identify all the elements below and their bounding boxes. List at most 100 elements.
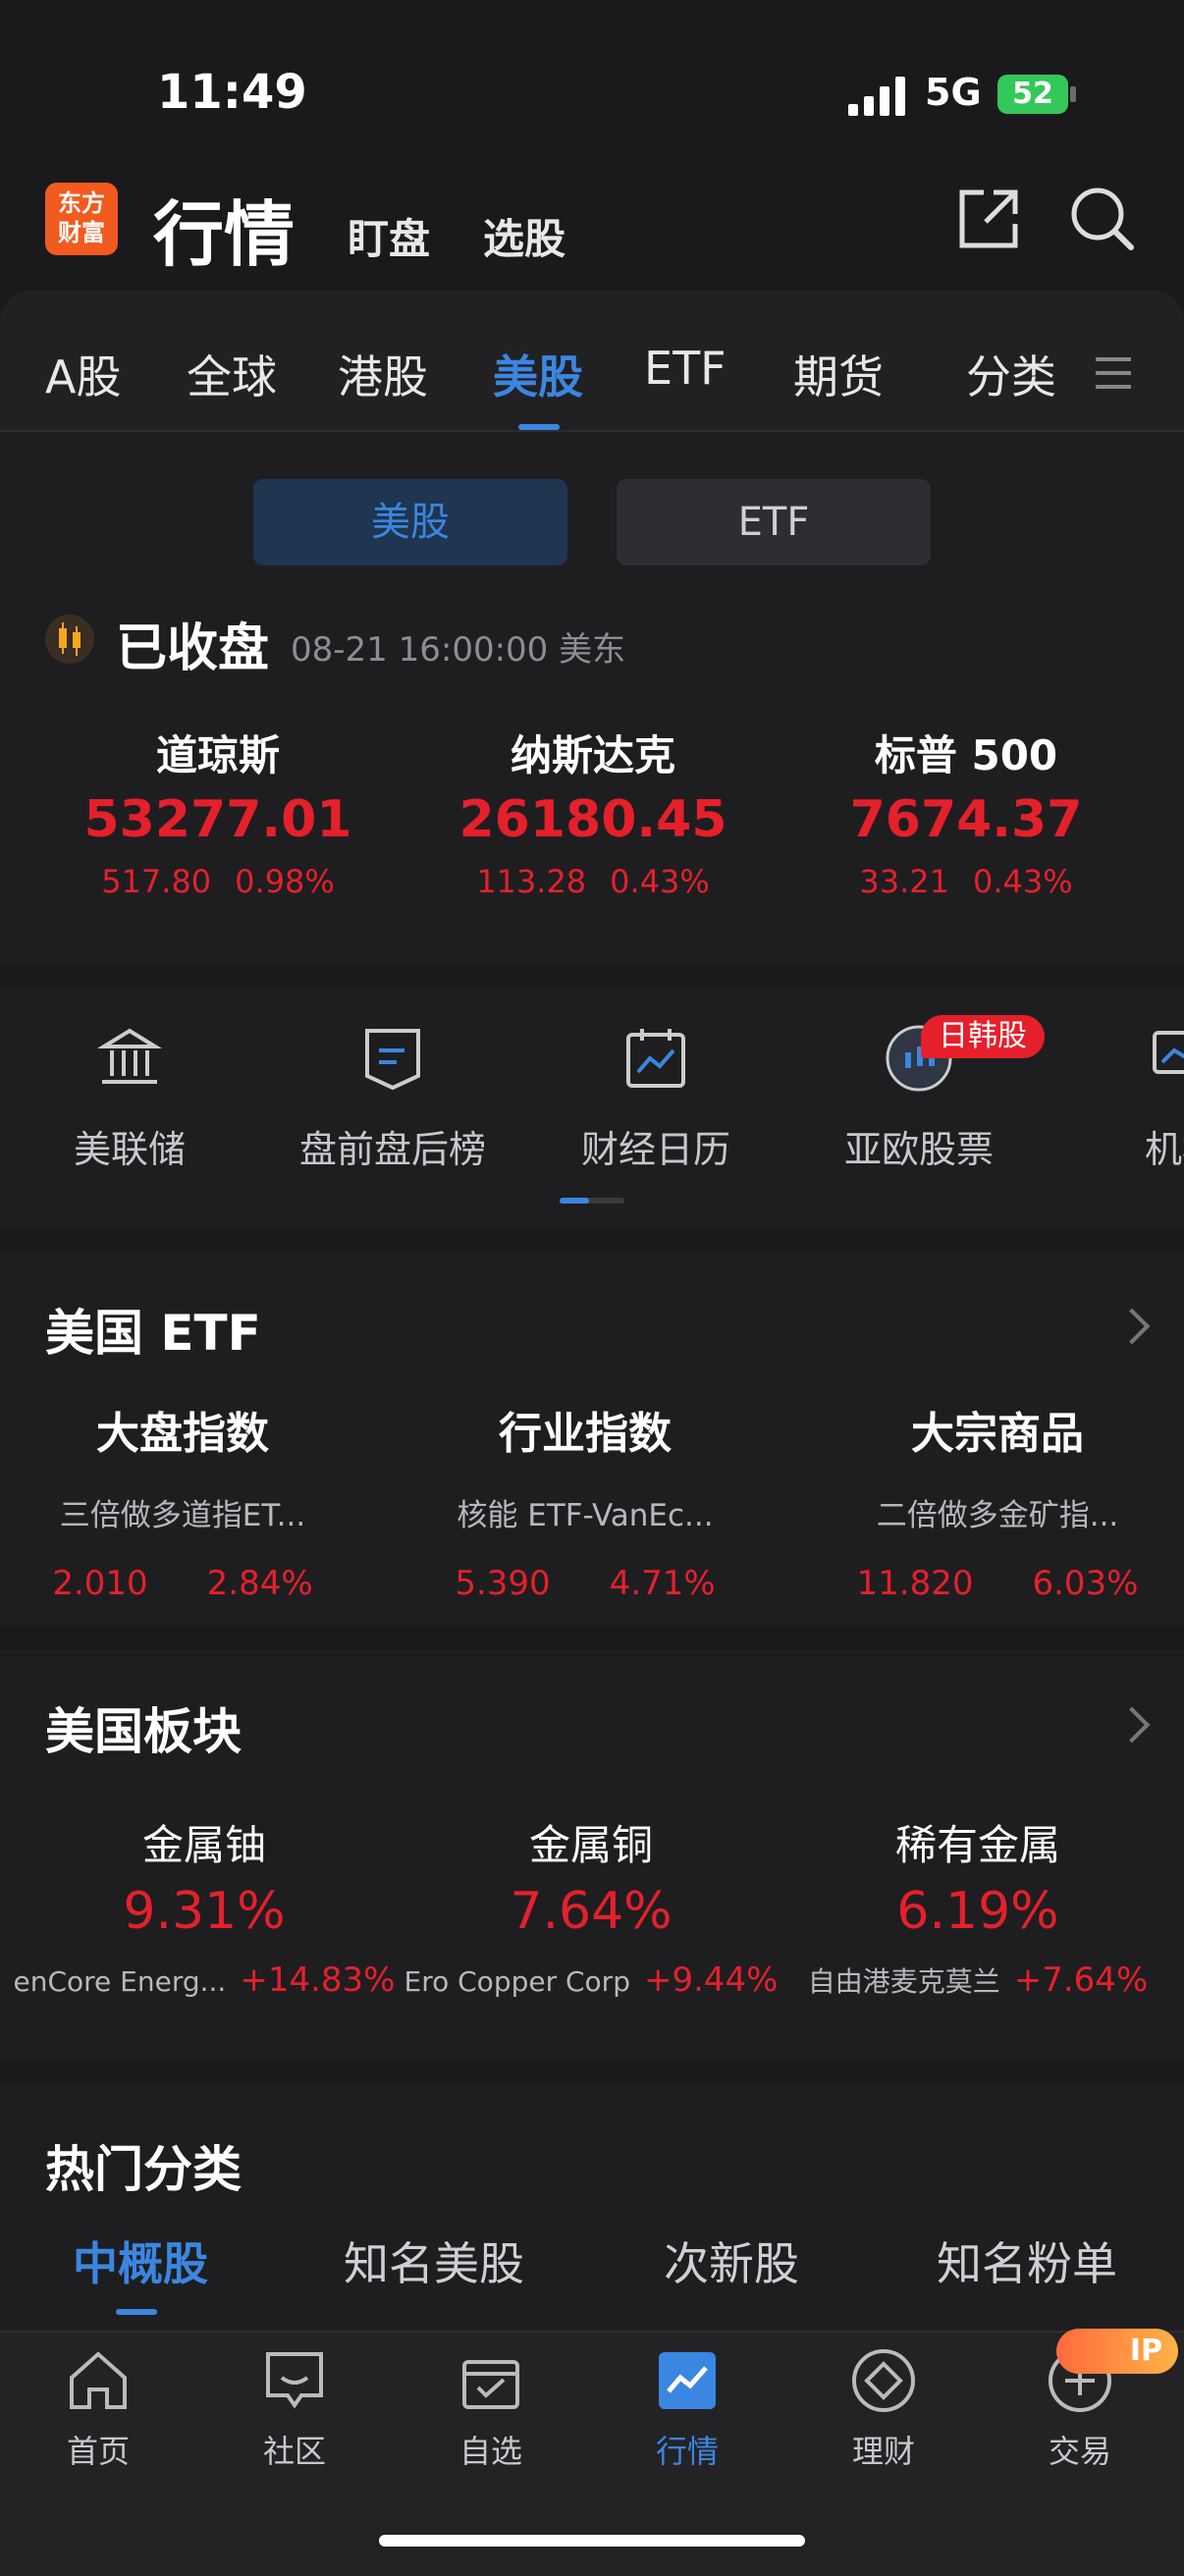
index-nasdaq[interactable]: 纳斯达克 26180.45 113.28 0.43% — [406, 723, 780, 900]
index-value: 26180.45 — [458, 790, 727, 849]
nav-home[interactable]: 首页 — [20, 2346, 177, 2472]
quick-institution[interactable]: 机构 — [1074, 1023, 1184, 1173]
etf-pct: 2.84% — [206, 1564, 313, 1603]
share-icon[interactable] — [954, 185, 1023, 253]
chat-icon — [266, 2352, 323, 2409]
index-change: 33.21 — [859, 863, 949, 900]
nav-market[interactable]: 行情 — [609, 2346, 766, 2472]
nav-label: 交易 — [1048, 2433, 1111, 2470]
etf-commodities[interactable]: 大宗商品 二倍做多金矿指... 11.820 6.03% — [821, 1398, 1174, 1603]
etf-price: 11.820 — [856, 1564, 974, 1603]
cat-tab-new-listings[interactable]: 次新股 — [664, 2228, 799, 2293]
etf-fund-name: 三倍做多道指ET... — [59, 1498, 306, 1533]
top-stock: 自由港麦克莫兰 — [807, 1965, 1000, 1998]
candlestick-icon — [45, 615, 94, 664]
page-title: 行情 — [153, 193, 296, 276]
cat-tab-famous-us[interactable]: 知名美股 — [344, 2228, 524, 2293]
cat-tab-indicator — [116, 2309, 157, 2315]
ip-badge[interactable]: IP — [1056, 2329, 1178, 2374]
section-title: 热门分类 — [45, 2141, 242, 2198]
etf-fund-name: 核能 ETF-VanEc... — [457, 1498, 714, 1533]
tab-hk[interactable]: 港股 — [338, 342, 428, 406]
top-stock-pct: +14.83% — [240, 1960, 396, 2000]
badge-japan-korea: 日韩股 — [921, 1015, 1045, 1058]
bank-icon — [96, 1028, 163, 1084]
index-name: 道琼斯 — [155, 731, 280, 779]
nav-label: 首页 — [66, 2433, 130, 2470]
segment-etf[interactable]: ETF — [617, 479, 931, 565]
sector-rare-metals[interactable]: 稀有金属 6.19% 自由港麦克莫兰 +7.64% — [781, 1812, 1174, 2000]
market-time: 08-21 16:00:00 美东 — [291, 630, 626, 670]
tab-etf[interactable]: ETF — [644, 342, 727, 395]
etf-fund-name: 二倍做多金矿指... — [876, 1498, 1119, 1533]
quick-calendar[interactable]: 财经日历 — [548, 1023, 764, 1173]
index-sp500[interactable]: 标普 500 7674.37 33.21 0.43% — [780, 723, 1153, 900]
etf-industry-index[interactable]: 行业指数 核能 ETF-VanEc... 5.390 4.71% — [408, 1398, 762, 1603]
index-pct: 0.43% — [610, 863, 710, 900]
quick-fed[interactable]: 美联储 — [22, 1023, 238, 1173]
sector-name: 金属铀 — [141, 1821, 266, 1869]
status-time: 11:49 — [157, 65, 307, 120]
index-pct: 0.43% — [972, 863, 1073, 900]
tab-category[interactable]: 分类 — [966, 342, 1056, 406]
quick-label: 机构 — [1144, 1128, 1184, 1171]
etf-broad-index[interactable]: 大盘指数 三倍做多道指ET... 2.010 2.84% — [6, 1398, 359, 1603]
nav-wealth[interactable]: 理财 — [805, 2346, 962, 2472]
search-icon[interactable] — [1068, 185, 1137, 253]
cat-tab-pink-sheets[interactable]: 知名粉单 — [937, 2228, 1117, 2293]
index-name: 标普 500 — [874, 731, 1058, 779]
quick-label: 财经日历 — [580, 1128, 730, 1171]
tab-global[interactable]: 全球 — [187, 342, 277, 406]
monitor-icon — [1153, 1031, 1184, 1074]
nav-label: 社区 — [262, 2433, 326, 2470]
home-indicator — [379, 2535, 805, 2547]
battery-icon: 52 — [997, 75, 1068, 114]
etf-price: 2.010 — [52, 1564, 148, 1603]
sector-uranium[interactable]: 金属铀 9.31% enCore Energ... +14.83% — [8, 1812, 401, 2000]
logo-text-top: 东方 — [58, 189, 105, 217]
diamond-icon — [852, 2349, 915, 2412]
index-change: 517.80 — [101, 863, 212, 900]
etf-pct: 6.03% — [1032, 1564, 1139, 1603]
top-stock: enCore Energ... — [13, 1965, 227, 1998]
menu-icon[interactable] — [1094, 355, 1133, 391]
top-stock: Ero Copper Corp — [404, 1965, 630, 1998]
etf-category: 大盘指数 — [96, 1409, 269, 1459]
nav-watchlist[interactable]: 自选 — [412, 2346, 569, 2472]
sector-pct: 6.19% — [896, 1882, 1059, 1941]
section-title: 美国板块 — [45, 1703, 242, 1760]
market-chart-icon — [659, 2352, 716, 2409]
nav-community[interactable]: 社区 — [216, 2346, 373, 2472]
sector-pct: 7.64% — [510, 1882, 673, 1941]
stock-picker-link[interactable]: 选股 — [483, 206, 565, 266]
list-icon — [365, 1029, 420, 1091]
signal-icon — [848, 77, 907, 116]
etf-category: 行业指数 — [499, 1409, 672, 1459]
watchlist-icon — [462, 2360, 519, 2409]
index-value: 7674.37 — [849, 790, 1083, 849]
segment-us-stocks[interactable]: 美股 — [253, 479, 567, 565]
quick-premarket[interactable]: 盘前盘后榜 — [285, 1023, 501, 1173]
calendar-icon — [626, 1029, 685, 1088]
index-dow[interactable]: 道琼斯 53277.01 517.80 0.98% — [31, 723, 404, 900]
nav-label: 理财 — [851, 2433, 915, 2470]
top-stock-pct: +9.44% — [643, 1960, 779, 2000]
page-indicator — [560, 1198, 624, 1204]
battery-tip — [1070, 86, 1076, 102]
sector-name: 金属铜 — [528, 1821, 653, 1869]
index-pct: 0.98% — [235, 863, 335, 900]
section-title: 美国 ETF — [45, 1305, 261, 1362]
tab-futures[interactable]: 期货 — [793, 342, 884, 406]
quick-label: 美联储 — [73, 1128, 186, 1171]
app-logo[interactable]: 东方 财富 — [45, 183, 118, 255]
sector-copper[interactable]: 金属铜 7.64% Ero Copper Corp +9.44% — [395, 1812, 787, 2000]
tab-us[interactable]: 美股 — [493, 342, 583, 406]
tab-a-shares[interactable]: A股 — [45, 342, 121, 406]
watch-link[interactable]: 盯盘 — [348, 206, 430, 266]
cat-tab-china-concept[interactable]: 中概股 — [73, 2228, 208, 2293]
quick-label: 亚欧股票 — [843, 1128, 994, 1171]
home-icon — [70, 2351, 127, 2409]
quick-label: 盘前盘后榜 — [298, 1128, 486, 1171]
etf-category: 大宗商品 — [911, 1409, 1084, 1459]
index-change: 113.28 — [476, 863, 587, 900]
